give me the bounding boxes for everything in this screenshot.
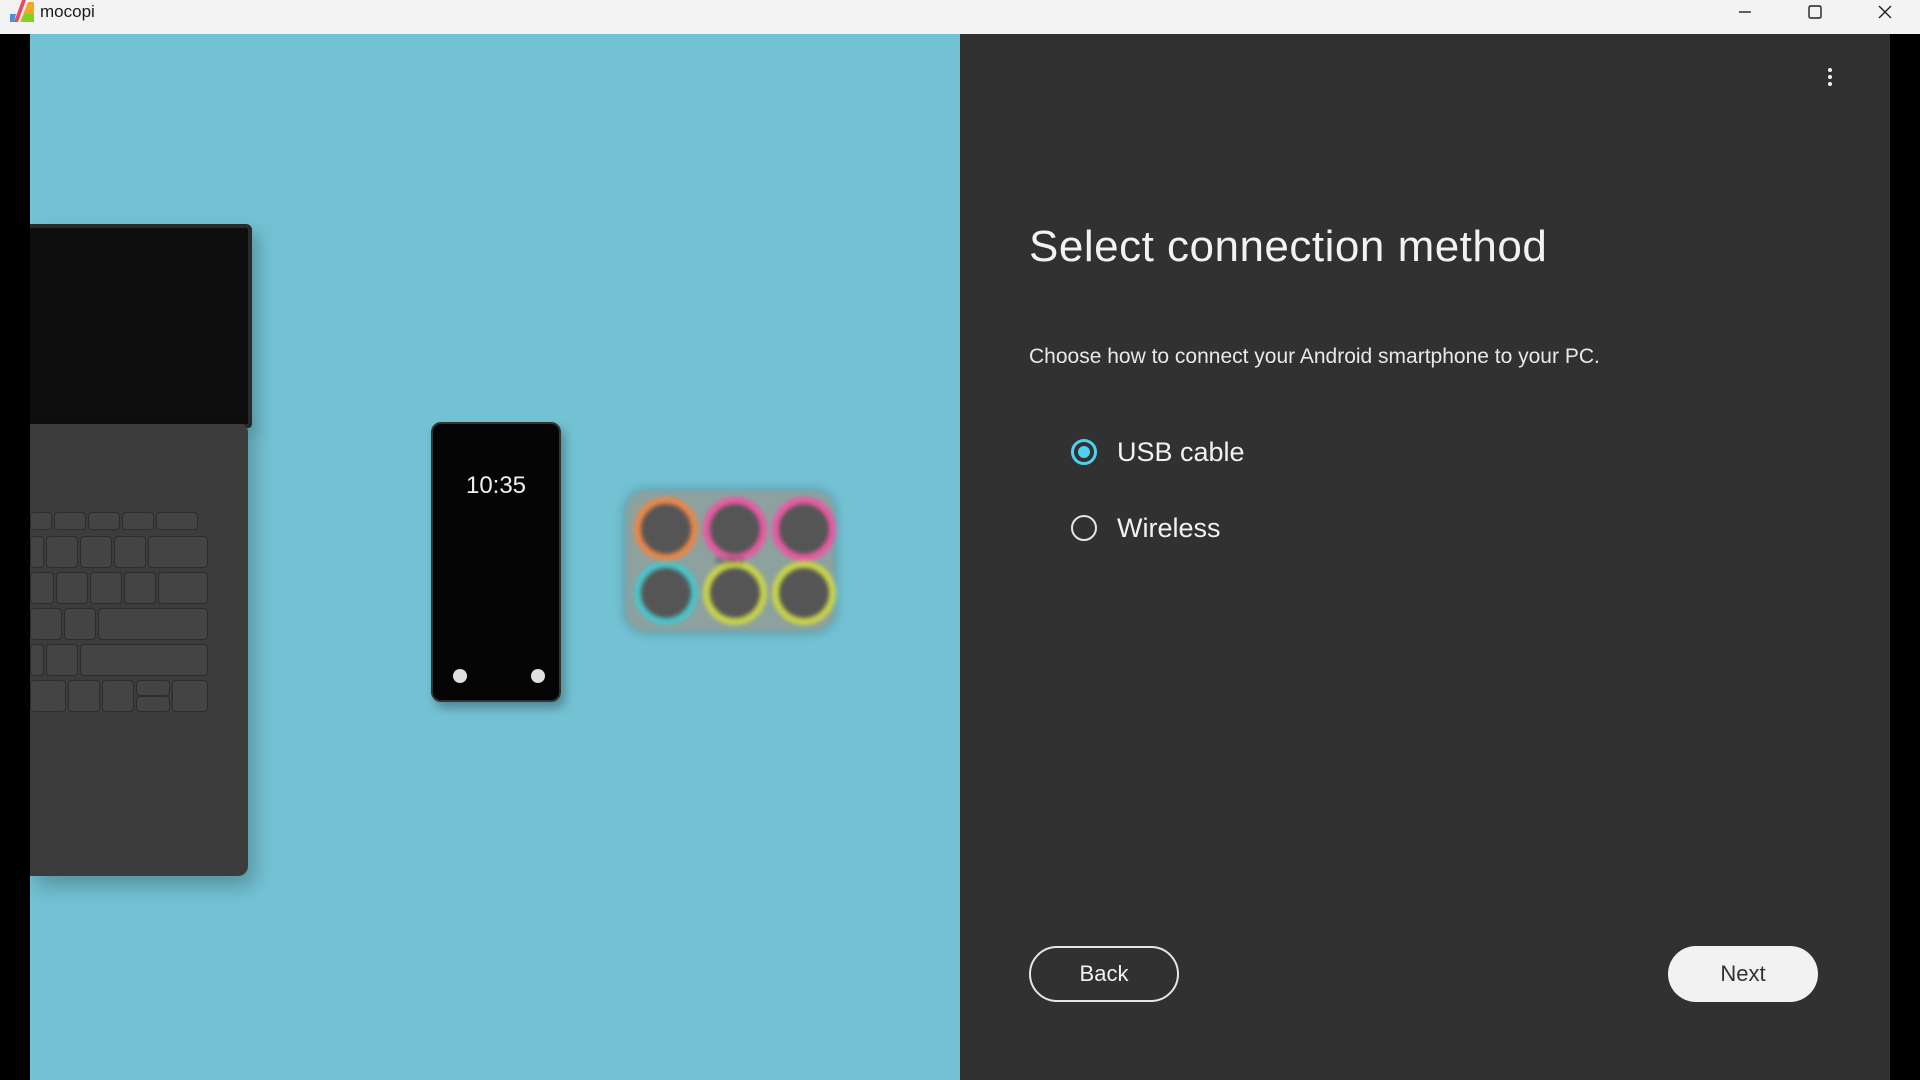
laptop-keyboard [30, 424, 248, 876]
sensor-case-illustration: SONY [626, 491, 836, 631]
option-usb-cable[interactable]: USB cable [1071, 434, 1245, 470]
minimize-icon [1739, 11, 1751, 13]
app-logo-icon [10, 0, 34, 22]
sensor-5 [703, 561, 767, 625]
usb-cable-radio[interactable] [1071, 439, 1097, 465]
phone-dot-right [531, 669, 545, 683]
app-title: mocopi [40, 2, 95, 21]
page-subtitle: Choose how to connect your Android smart… [1029, 345, 1600, 368]
content-pane [960, 34, 1890, 1080]
wireless-label: Wireless [1117, 512, 1221, 543]
maximize-button[interactable] [1780, 0, 1850, 24]
illustration-pane: 10:35 SONY [30, 34, 960, 1080]
phone-dot-left [453, 669, 467, 683]
maximize-icon [1808, 5, 1822, 19]
sensor-4 [634, 561, 698, 625]
laptop-screen [30, 224, 252, 428]
page-title: Select connection method [1029, 222, 1548, 271]
sensor-1 [634, 497, 698, 561]
case-brand-label: SONY [715, 555, 745, 567]
sensor-3 [772, 497, 836, 561]
sensor-6 [772, 561, 836, 625]
option-wireless[interactable]: Wireless [1071, 510, 1221, 546]
minimize-button[interactable] [1710, 0, 1780, 24]
wireless-radio[interactable] [1071, 515, 1097, 541]
more-options-icon[interactable] [1820, 64, 1840, 90]
next-button[interactable]: Next [1668, 946, 1818, 1002]
sensor-2 [703, 497, 767, 561]
title-bar: mocopi [0, 0, 1920, 34]
back-button[interactable]: Back [1029, 946, 1179, 1002]
close-button[interactable] [1850, 0, 1920, 24]
phone-clock: 10:35 [465, 472, 527, 499]
usb-cable-label: USB cable [1117, 436, 1245, 467]
close-icon [1878, 5, 1892, 19]
smartphone-illustration: 10:35 [431, 422, 561, 702]
